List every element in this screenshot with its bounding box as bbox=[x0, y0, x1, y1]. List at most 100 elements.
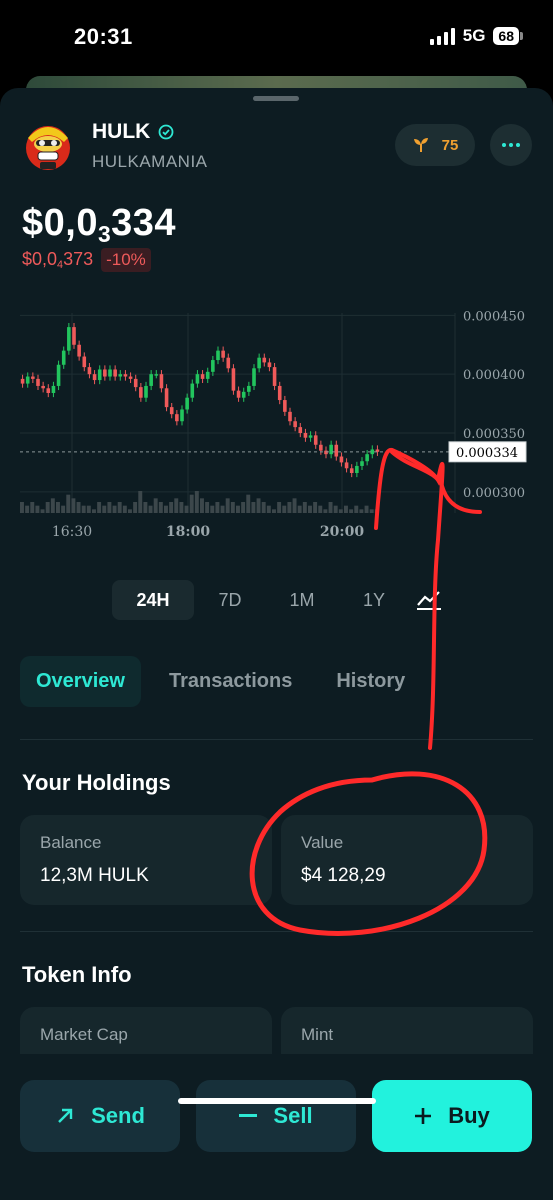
volume-bar bbox=[35, 505, 40, 513]
candle-body bbox=[272, 367, 277, 386]
candle-body bbox=[231, 368, 236, 391]
volume-bar bbox=[225, 498, 230, 513]
token-title: HULK bbox=[92, 120, 174, 144]
candle-body bbox=[303, 433, 308, 438]
holdings-title: Your Holdings bbox=[22, 770, 171, 795]
buy-button[interactable]: Buy bbox=[372, 1080, 532, 1152]
range-7d[interactable]: 7D bbox=[194, 580, 266, 620]
volume-bar bbox=[333, 505, 338, 513]
volume-bar bbox=[61, 505, 66, 513]
volume-bar bbox=[344, 505, 348, 513]
battery-icon: 68 bbox=[493, 27, 523, 45]
token-name: HULKAMANIA bbox=[92, 152, 208, 171]
token-sheet: HULK HULKAMANIA 75 $0,03334 $0,04373 -10… bbox=[0, 88, 553, 1200]
candle-body bbox=[123, 374, 128, 377]
candle-body bbox=[25, 376, 30, 384]
candle-body bbox=[319, 444, 323, 451]
volume-bar bbox=[359, 509, 364, 513]
volume-bar bbox=[215, 502, 220, 513]
volume-bar bbox=[184, 505, 189, 513]
candle-body bbox=[257, 357, 261, 369]
volume-bar bbox=[364, 505, 369, 513]
plus-icon bbox=[415, 1108, 432, 1124]
volume-bar bbox=[236, 505, 240, 513]
candle-body bbox=[169, 407, 174, 415]
candle-body bbox=[195, 374, 200, 384]
volume-bar bbox=[272, 509, 276, 513]
volume-bar bbox=[297, 505, 302, 513]
y-tick-label: 0.000300 bbox=[463, 486, 525, 501]
volume-bar bbox=[308, 505, 312, 513]
tab-history[interactable]: History bbox=[320, 656, 421, 707]
send-button[interactable]: Send bbox=[20, 1080, 180, 1152]
price-chart[interactable]: 0.000450 0.000400 0.000350 0.000300 16:30 18:… bbox=[0, 308, 553, 548]
candle-body bbox=[360, 461, 364, 466]
tab-overview[interactable]: Overview bbox=[20, 656, 141, 707]
candle-body bbox=[288, 411, 292, 422]
volume-bar bbox=[328, 502, 333, 513]
minus-icon bbox=[239, 1114, 258, 1117]
volume-bar bbox=[143, 502, 148, 513]
volume-bar bbox=[369, 509, 374, 513]
sell-button[interactable]: Sell bbox=[196, 1080, 356, 1152]
y-tick-label: 0.000400 bbox=[463, 368, 525, 383]
candle-body bbox=[365, 454, 369, 462]
price-zero-count: 3 bbox=[97, 220, 112, 247]
candle-body bbox=[180, 409, 184, 422]
volume-bar bbox=[266, 505, 271, 513]
range-1m[interactable]: 1M bbox=[266, 580, 338, 620]
value-label: Value bbox=[301, 833, 344, 852]
buy-label: Buy bbox=[448, 1103, 490, 1128]
range-24h[interactable]: 24H bbox=[112, 580, 194, 620]
tabs-divider bbox=[20, 739, 533, 740]
volume-bar bbox=[323, 509, 328, 513]
candle-body bbox=[339, 456, 344, 463]
price-digits: 334 bbox=[111, 202, 177, 244]
volume-bar bbox=[338, 509, 343, 513]
candle-body bbox=[241, 391, 246, 398]
volume-bar bbox=[107, 502, 112, 513]
volume-bar bbox=[318, 505, 323, 513]
tab-transactions[interactable]: Transactions bbox=[153, 656, 308, 707]
candle-body bbox=[56, 364, 61, 386]
rank-pill[interactable]: 75 bbox=[395, 124, 475, 166]
volume-bar bbox=[128, 509, 132, 513]
send-label: Send bbox=[91, 1103, 145, 1128]
volume-bar bbox=[133, 502, 138, 513]
candle-body bbox=[41, 385, 45, 389]
candle-body bbox=[344, 462, 349, 469]
candle-body bbox=[216, 350, 220, 361]
volume-bar bbox=[241, 502, 246, 513]
volume-bar bbox=[138, 491, 143, 513]
line-chart-icon[interactable] bbox=[416, 589, 442, 611]
candle-body bbox=[159, 374, 164, 389]
candle-body bbox=[164, 388, 169, 408]
volume-bar bbox=[102, 505, 107, 513]
x-tick-label: 20:00 bbox=[320, 524, 364, 540]
more-button[interactable] bbox=[490, 124, 532, 166]
sheet-handle[interactable] bbox=[253, 96, 299, 101]
volume-bar bbox=[148, 505, 153, 513]
range-1y[interactable]: 1Y bbox=[338, 580, 410, 620]
candle-body bbox=[277, 385, 282, 401]
candle-body bbox=[185, 397, 189, 410]
candle-body bbox=[205, 371, 210, 379]
volume-bar bbox=[174, 498, 179, 513]
y-tick-label: 0.000450 bbox=[463, 309, 525, 324]
candle-body bbox=[61, 350, 66, 365]
volume-bar bbox=[251, 502, 256, 513]
change-digits: 373 bbox=[63, 248, 94, 269]
volume-bar bbox=[189, 494, 194, 513]
range-selector: 24H 7D 1M 1Y bbox=[112, 580, 442, 620]
candle-body bbox=[67, 327, 71, 351]
volume-bar bbox=[20, 502, 24, 513]
candle-body bbox=[211, 360, 215, 372]
token-avatar bbox=[26, 126, 70, 170]
volume-bar bbox=[112, 505, 117, 513]
volume-bar bbox=[200, 498, 204, 513]
volume-bar bbox=[81, 505, 86, 513]
volume-bar bbox=[40, 509, 45, 513]
status-indicators: 5G 68 bbox=[429, 26, 523, 46]
mint-label: Mint bbox=[301, 1025, 334, 1044]
candle-body bbox=[82, 356, 87, 368]
